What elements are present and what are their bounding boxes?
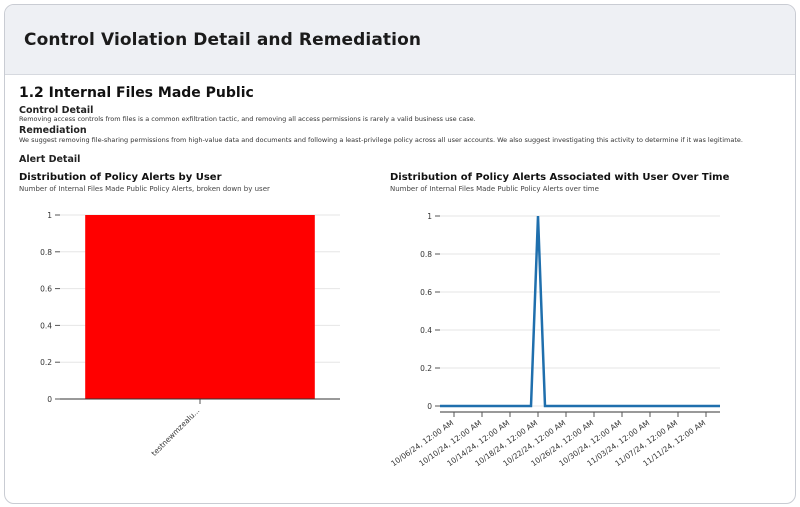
- line-chart-title: Distribution of Policy Alerts Associated…: [390, 172, 730, 183]
- bar-chart-subtitle: Number of Internal Files Made Public Pol…: [19, 185, 270, 193]
- line-y-tick-label: 1: [427, 212, 432, 221]
- card-header: Control Violation Detail and Remediation: [5, 5, 795, 75]
- bar-chart: 0 0.2 0.4 0.6 0.8 1 testnewmzealu...: [40, 211, 340, 458]
- line-chart: 00.20.40.60.8110/06/24, 12:00 AM10/10/24…: [389, 212, 720, 468]
- bar-x-tick-label: testnewmzealu...: [150, 406, 202, 458]
- card-title: Control Violation Detail and Remediation: [24, 30, 422, 50]
- bar: [85, 215, 315, 399]
- remediation-text: We suggest removing file-sharing permiss…: [19, 136, 743, 144]
- bar-y-tick-label: 0: [47, 395, 52, 404]
- line-y-tick-label: 0.6: [420, 288, 432, 297]
- bar-y-tick-label: 0.6: [40, 285, 52, 294]
- control-violation-card: Control Violation Detail and Remediation…: [4, 4, 796, 504]
- control-detail-text: Removing access controls from files is a…: [19, 115, 476, 123]
- bar-y-tick-label: 0.8: [40, 248, 52, 257]
- bar-y-tick-label: 0.4: [40, 321, 52, 330]
- line-series: [440, 215, 720, 408]
- bar-y-tick-label: 0.2: [40, 358, 52, 367]
- bar-y-tick-label: 1: [47, 211, 52, 220]
- line-y-tick-label: 0.8: [420, 250, 432, 259]
- line-y-tick-label: 0.4: [420, 326, 432, 335]
- bar-chart-title: Distribution of Policy Alerts by User: [19, 172, 222, 183]
- line-y-tick-label: 0: [427, 402, 432, 411]
- line-chart-subtitle: Number of Internal Files Made Public Pol…: [390, 185, 599, 193]
- section-title: 1.2 Internal Files Made Public: [19, 85, 254, 101]
- remediation-heading: Remediation: [19, 125, 87, 136]
- line-y-tick-label: 0.2: [420, 364, 432, 373]
- alert-detail-heading: Alert Detail: [19, 154, 81, 165]
